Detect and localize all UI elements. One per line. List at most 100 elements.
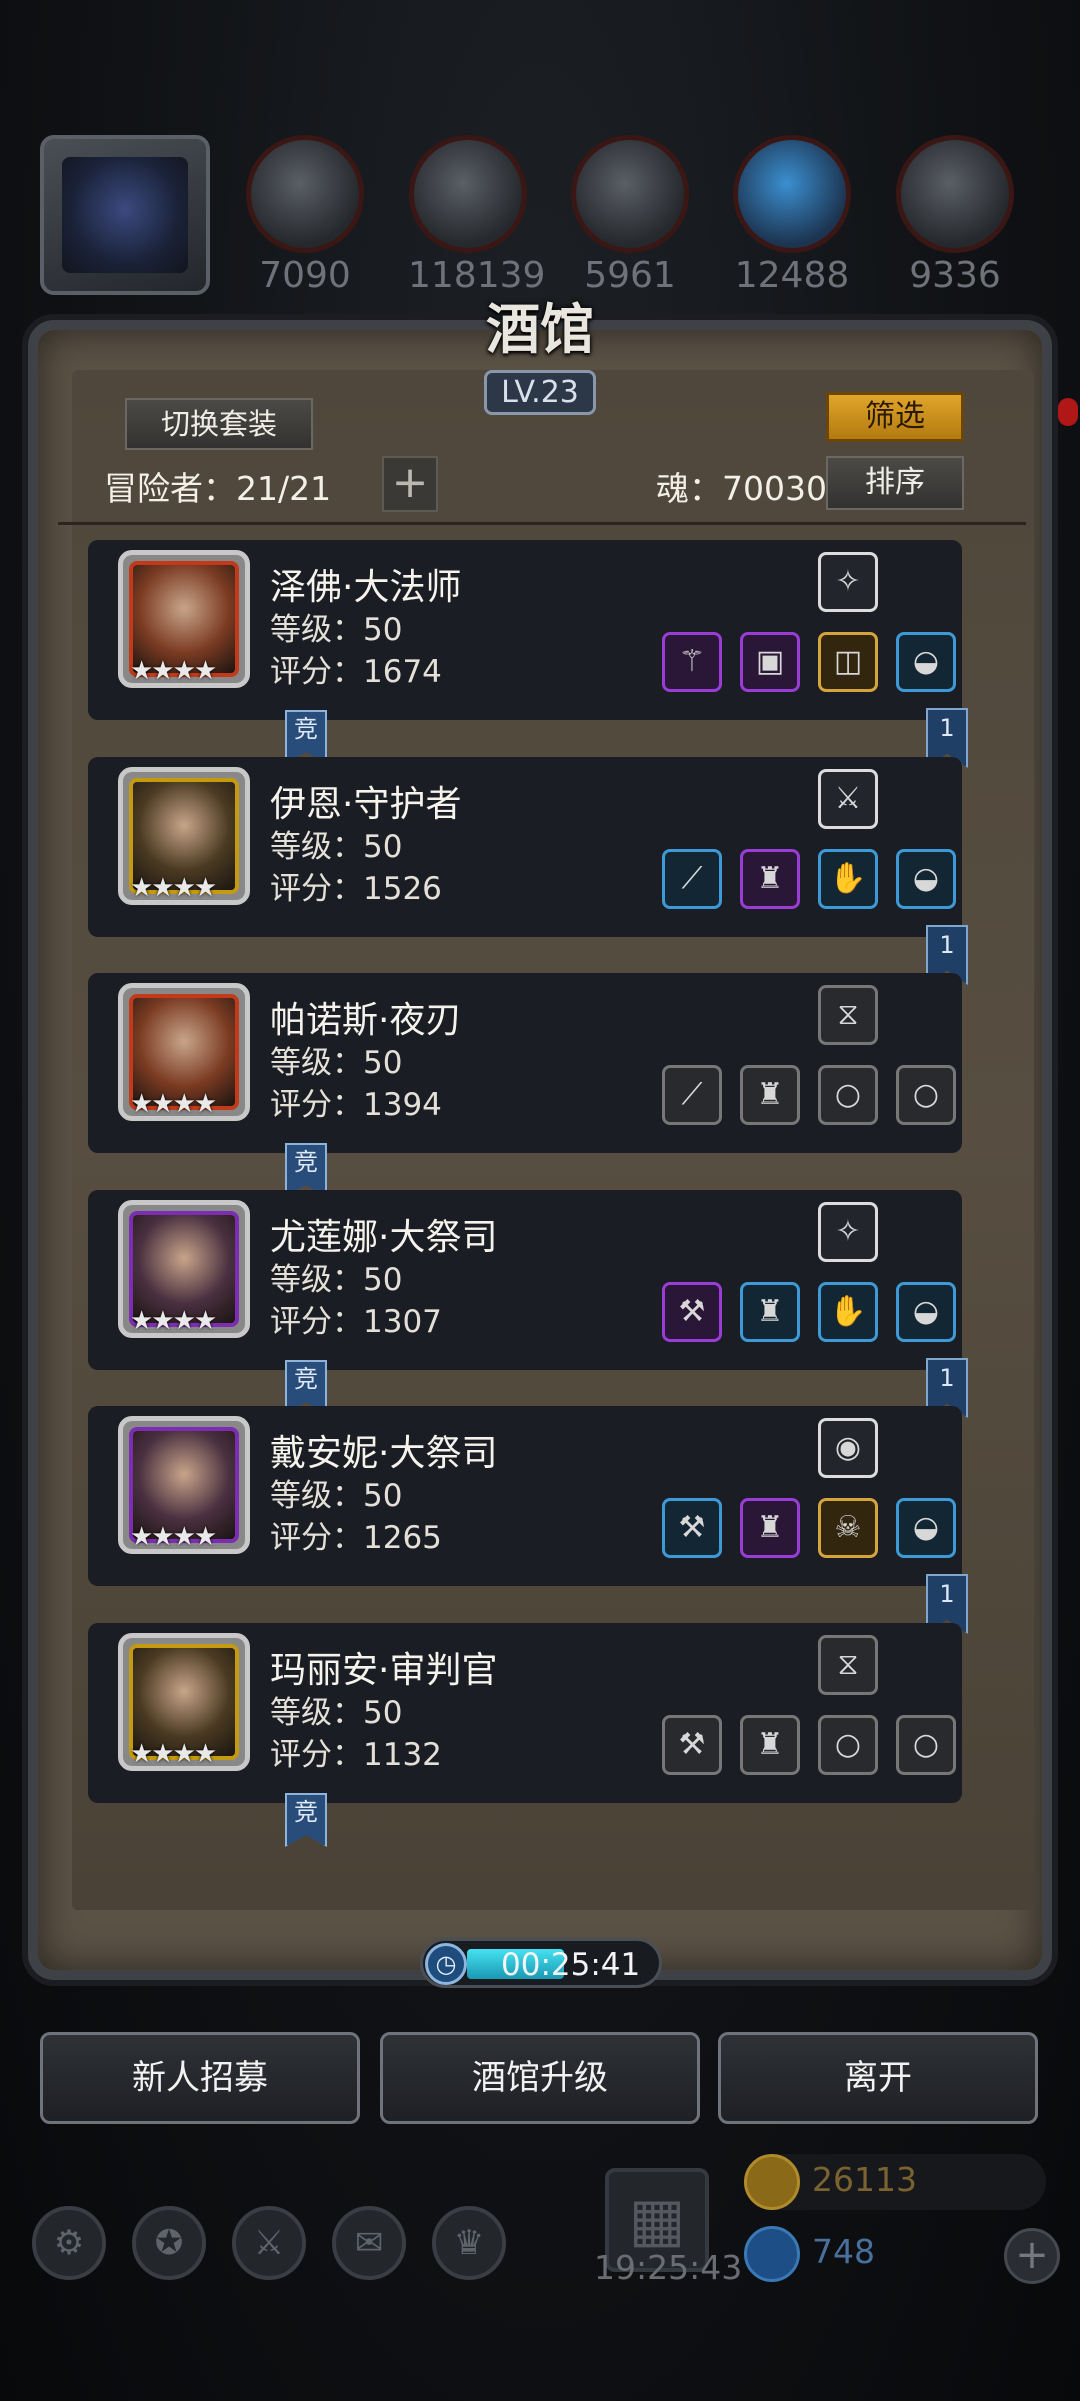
hero-score: 评分：1674 [270,654,442,690]
gear-slot[interactable]: ◫ [818,632,878,692]
gear-slot[interactable]: ⚒ [662,1498,722,1558]
resource-steel[interactable]: 9336 [895,135,1015,296]
armory-icon[interactable]: ⚔ [232,2206,306,2280]
gear-icon: ○ [834,1077,862,1112]
recruit-button[interactable]: 新人招募 [40,2032,360,2124]
gear-slot[interactable]: ⚒ [662,1282,722,1342]
blue-crystal-icon [733,135,851,253]
gear-slot[interactable]: ○ [818,1715,878,1775]
gear-slot[interactable]: ♜ [740,849,800,909]
gear-slot[interactable]: ◒ [896,1498,956,1558]
hero-score: 评分：1265 [270,1520,442,1556]
accessory-icon: ✧ [835,564,861,599]
hero-level: 等级：50 [270,612,403,648]
timer-value: 00:25:41 [501,1947,641,1983]
gold-coin-icon [744,2154,800,2210]
hero-card[interactable]: ★★★★ 帕诺斯·夜刃 等级：50 评分：1394 ⧖ ⟋ ♜ ○ ○ [88,973,962,1153]
gear-icon: ⚒ [678,1510,706,1545]
hero-card[interactable]: ★★★★ 尤莲娜·大祭司 等级：50 评分：1307 ✧ ⚒ ♜ ✋ ◒ [88,1190,962,1370]
gear-slot[interactable]: ✋ [818,1282,878,1342]
medal-icon[interactable]: ✪ [132,2206,206,2280]
gear-icon: ⚒ [678,1294,706,1329]
gold-display: 26113 [744,2154,1046,2210]
resource-value: 12488 [734,255,850,296]
mail-icon[interactable]: ✉ [332,2206,406,2280]
gear-slot[interactable]: ⚚ [662,632,722,692]
gear-slot[interactable]: ♜ [740,1282,800,1342]
trophy-icon[interactable]: ♛ [432,2206,506,2280]
add-slot-button[interactable]: + [382,456,438,512]
gear-slot[interactable]: ☠ [818,1498,878,1558]
resource-crystal[interactable]: 12488 [732,135,852,296]
gear-icon[interactable]: ⚙ [32,2206,106,2280]
resource-wood[interactable]: 118139 [408,135,545,296]
gear-slot[interactable]: ♜ [740,1498,800,1558]
leave-button[interactable]: 离开 [718,2032,1038,2124]
gear-icon: ✋ [829,861,867,896]
switch-outfit-button[interactable]: 切换套装 [125,398,313,450]
crystal-artifact-icon [62,157,188,273]
gear-slot[interactable]: ○ [896,1065,956,1125]
hero-card[interactable]: ★★★★ 伊恩·守护者等级：50 评分：1526 ⚔ ⟋ ♜ ✋ ◒ [88,757,962,937]
gear-slot[interactable]: ◒ [896,1282,956,1342]
gear-icon: ○ [912,1727,940,1762]
accessory-slot[interactable]: ✧ [818,1202,878,1262]
resource-bar: 7090 118139 5961 12488 9336 [40,135,1050,296]
gear-slot[interactable]: ◒ [896,632,956,692]
gear-icon: ♜ [756,1727,784,1762]
resource-value: 7090 [259,255,351,296]
gear-icon: ♜ [756,1294,784,1329]
gear-slot[interactable]: ○ [818,1065,878,1125]
gear-icon: ▣ [755,644,785,679]
gear-slot[interactable]: ⟋ [662,1065,722,1125]
hero-level: 等级：50 [270,829,403,865]
hero-name: 伊恩·守护者 [270,784,462,825]
gear-slot[interactable]: ◒ [896,849,956,909]
hero-score: 评分：1526 [270,871,442,907]
gear-icon: ◒ [912,1294,940,1329]
gear-slot[interactable]: ♜ [740,1065,800,1125]
hero-card[interactable]: ★★★★ 泽佛·大法师 等级：50 评分：1674 ✧ ⚚ ▣ ◫ ◒ [88,540,962,720]
accessory-slot[interactable]: ◉ [818,1418,878,1478]
soul-count: 魂：70030 [656,469,827,508]
accessory-icon: ⧖ [837,997,859,1032]
gear-slot[interactable]: ✋ [818,849,878,909]
gear-slot[interactable]: ○ [896,1715,956,1775]
iron-bar-icon [571,135,689,253]
hero-level: 等级：50 [270,1695,403,1731]
gear-slot[interactable]: ♜ [740,1715,800,1775]
resource-copper[interactable]: 7090 [245,135,365,296]
accessory-slot[interactable]: ⚔ [818,769,878,829]
gear-slot[interactable]: ⚒ [662,1715,722,1775]
gear-icon: ♜ [756,1077,784,1112]
divider [58,522,1026,525]
wood-plank-icon [409,135,527,253]
gear-icon: ○ [912,1077,940,1112]
gear-slot[interactable]: ▣ [740,632,800,692]
add-currency-icon[interactable]: + [1004,2228,1060,2284]
gear-slot[interactable]: ⟋ [662,849,722,909]
hero-name: 帕诺斯·夜刃 [270,1000,462,1041]
player-avatar[interactable] [40,135,210,295]
steel-bar-icon [896,135,1014,253]
resource-value: 9336 [909,255,1001,296]
hero-card[interactable]: ★★★★ 戴安妮·大祭司 等级：50 评分：1265 ◉ ⚒ ♜ ☠ ◒ [88,1406,962,1586]
hero-stars: ★★★★ [130,873,217,903]
gear-icon: ⚒ [678,1727,706,1762]
filter-button[interactable]: 筛选 [826,392,964,442]
hero-stars: ★★★★ [130,1089,217,1119]
sort-button[interactable]: 排序 [826,456,964,510]
accessory-slot[interactable]: ⧖ [818,985,878,1045]
tavern-upgrade-button[interactable]: 酒馆升级 [380,2032,700,2124]
accessory-slot[interactable]: ✧ [818,552,878,612]
hero-stars: ★★★★ [130,656,217,686]
hero-name: 玛丽安·审判官 [270,1650,498,1691]
accessory-slot[interactable]: ⧖ [818,1635,878,1695]
clock-icon: ◷ [425,1943,467,1985]
hero-level: 等级：50 [270,1262,403,1298]
hero-level: 等级：50 [270,1478,403,1514]
panel-title: 酒馆 [486,297,594,361]
adventurer-count: 冒险者：21/21 [104,469,332,508]
resource-iron[interactable]: 5961 [570,135,690,296]
hero-card[interactable]: ★★★★ 玛丽安·审判官 等级：50 评分：1132 ⧖ ⚒ ♜ ○ ○ [88,1623,962,1803]
